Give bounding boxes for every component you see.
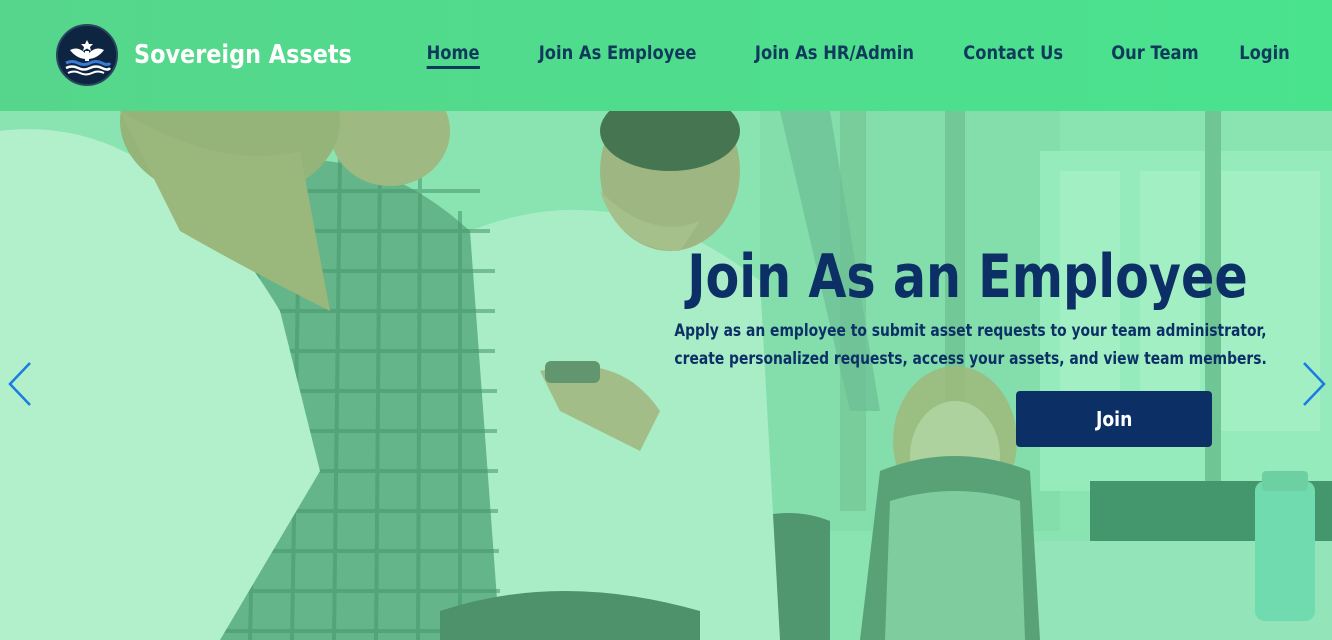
chevron-right-icon: [1303, 362, 1326, 406]
hero-description-line-2: create personalized requests, access you…: [674, 349, 1267, 368]
nav-home[interactable]: Home: [426, 42, 480, 69]
hero-content: Join As an Employee Apply as an employee…: [572, 241, 1267, 447]
carousel-prev-button[interactable]: [6, 359, 36, 409]
hero-carousel: Join As an Employee Apply as an employee…: [0, 111, 1332, 640]
hero-description-line-1: Apply as an employee to submit asset req…: [674, 321, 1267, 340]
join-button-label: Join: [1095, 407, 1133, 431]
brand-name[interactable]: Sovereign Assets: [134, 40, 352, 70]
main-nav: Home Join As Employee Join As HR/Admin C…: [385, 42, 1290, 69]
carousel-next-button[interactable]: [1298, 359, 1328, 409]
brand[interactable]: Sovereign Assets: [56, 24, 387, 86]
chevron-left-icon: [8, 362, 31, 406]
nav-login[interactable]: Login: [1239, 42, 1290, 69]
nav-join-as-employee[interactable]: Join As Employee: [539, 42, 697, 69]
navbar: Sovereign Assets Home Join As Employee J…: [0, 0, 1332, 111]
nav-our-team[interactable]: Our Team: [1111, 42, 1198, 69]
eagle-emblem-icon[interactable]: [56, 24, 118, 86]
hero-title: Join As an Employee: [687, 242, 1248, 312]
join-button[interactable]: Join: [1016, 391, 1212, 447]
nav-contact-us[interactable]: Contact Us: [964, 42, 1064, 69]
nav-join-as-hr-admin[interactable]: Join As HR/Admin: [755, 42, 914, 69]
